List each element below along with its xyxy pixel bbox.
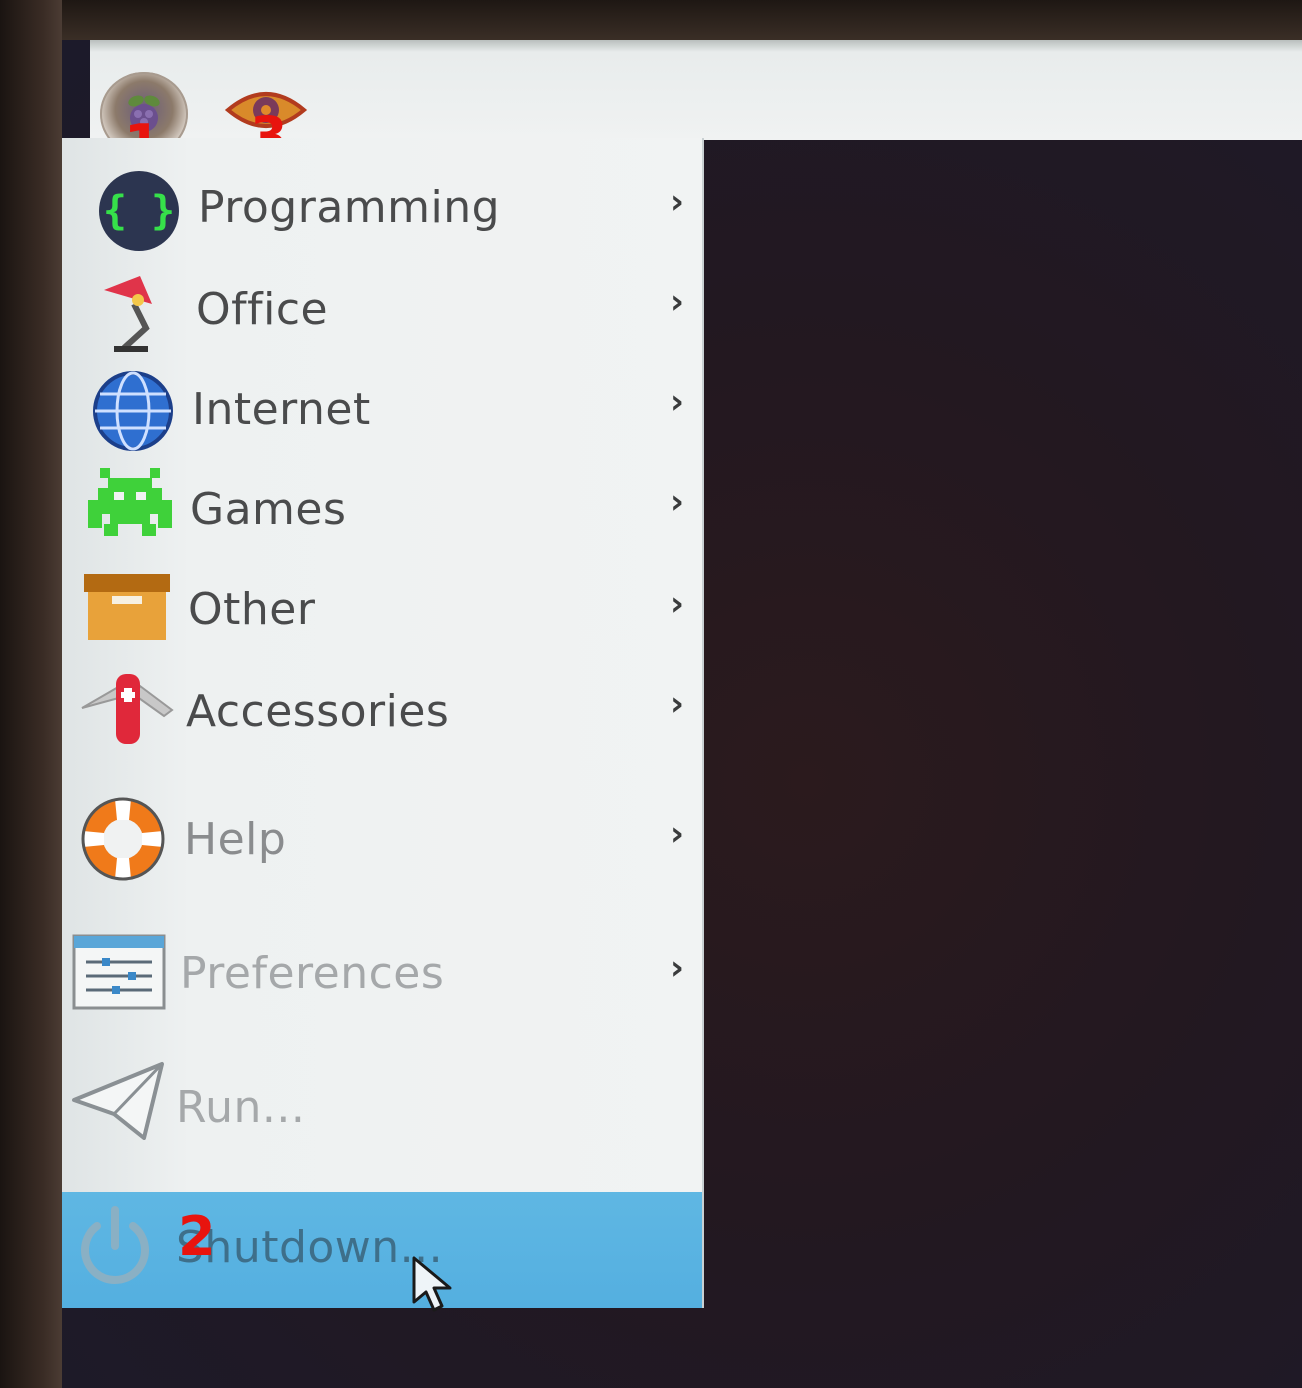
menu-item-label: Run... [176,1082,306,1133]
programming-braces-icon: { } [96,168,182,254]
submenu-arrow-icon: › [669,584,684,624]
menu-item-programming[interactable]: { } Programming › [62,158,702,258]
menu-item-accessories[interactable]: Accessories › [62,664,702,760]
desk-lamp-icon [94,270,180,356]
menu-item-label: Accessories [186,686,450,737]
archive-box-icon [82,572,172,642]
submenu-arrow-icon: › [669,182,684,222]
submenu-arrow-icon: › [669,948,684,988]
menu-item-office[interactable]: Office › [62,262,702,358]
menu-item-other[interactable]: Other › [62,564,702,660]
submenu-arrow-icon: › [669,382,684,422]
globe-icon [90,368,176,454]
preferences-sliders-icon [72,934,166,1010]
start-menu: { } Programming › Office › Internet › Ga… [62,138,702,1308]
svg-text:{ }: { } [103,188,175,234]
monitor-bezel-top [0,0,1302,40]
menu-item-label: Help [184,814,287,865]
space-invader-icon [84,468,176,538]
annotation-2: 2 [178,1205,216,1268]
menu-item-games[interactable]: Games › [62,464,702,560]
monitor-bezel-left [0,0,62,1388]
menu-item-shutdown[interactable]: Shutdown... [62,1192,702,1308]
submenu-arrow-icon: › [669,282,684,322]
menu-item-label: Other [188,584,316,635]
mouse-cursor-icon [412,1256,452,1312]
lifebuoy-icon [78,794,168,884]
power-icon [70,1202,160,1292]
menu-item-label: Internet [192,384,371,435]
menu-item-label: Shutdown... [176,1222,444,1273]
menu-item-label: Office [196,284,329,335]
swiss-knife-icon [80,666,174,750]
paper-plane-icon [70,1060,166,1144]
menu-item-label: Games [190,484,347,535]
menu-item-help[interactable]: Help › [62,788,702,888]
menu-item-label: Preferences [180,948,445,999]
menu-item-label: Programming [198,182,501,233]
menu-item-preferences[interactable]: Preferences › [62,924,702,1024]
submenu-arrow-icon: › [669,684,684,724]
menu-item-internet[interactable]: Internet › [62,362,702,458]
menu-item-run[interactable]: Run... [62,1056,702,1156]
submenu-arrow-icon: › [669,482,684,522]
submenu-arrow-icon: › [669,814,684,854]
